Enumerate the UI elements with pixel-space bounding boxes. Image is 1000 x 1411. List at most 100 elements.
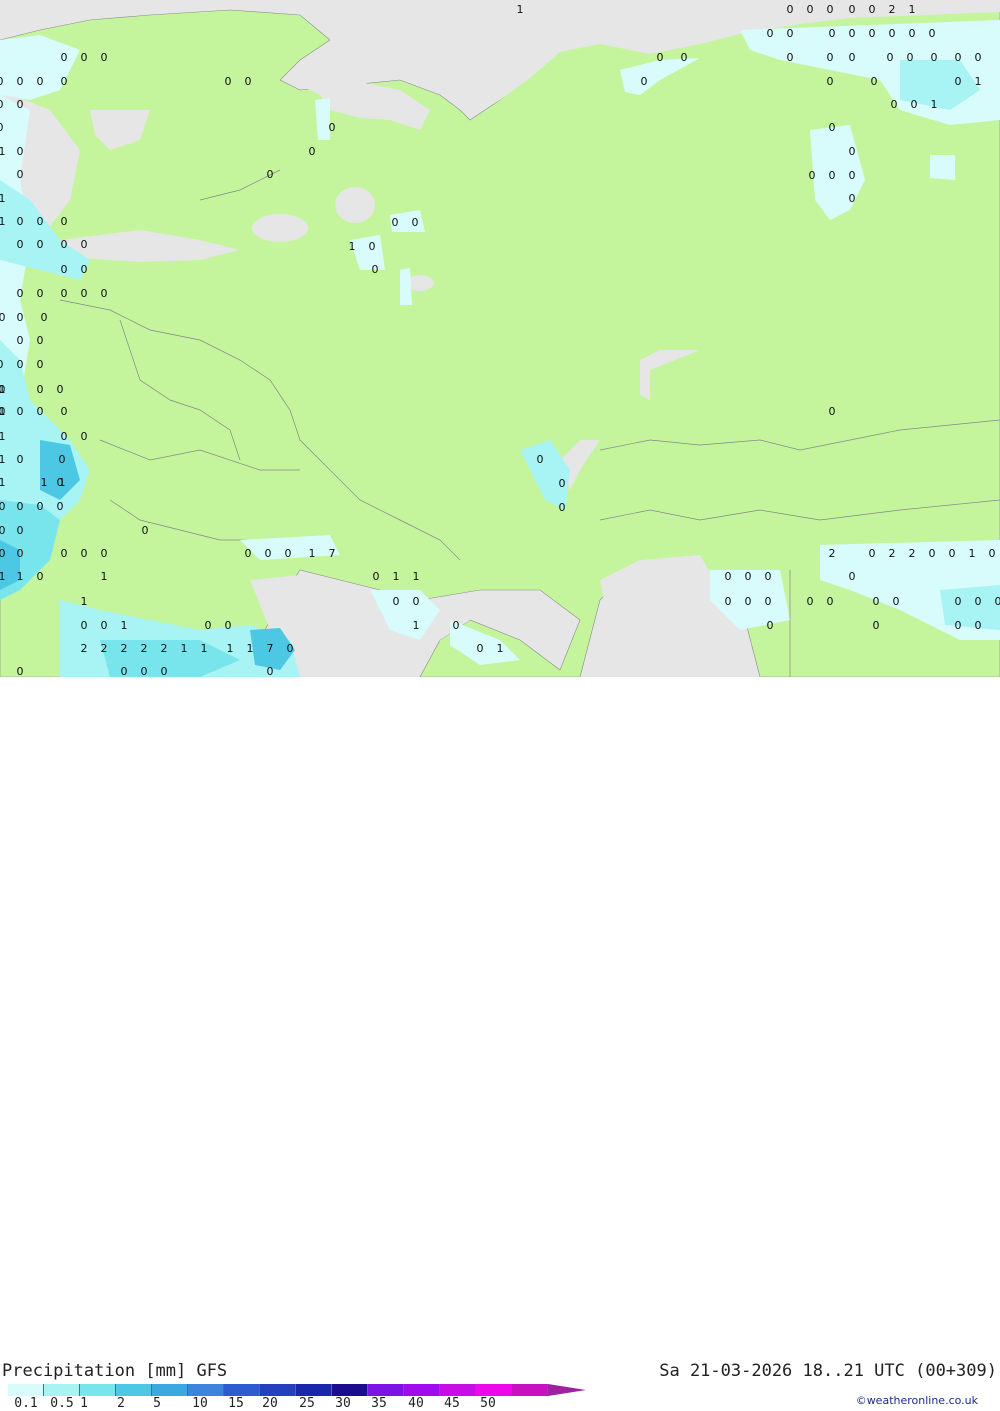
precip-value: 0 [17, 287, 24, 300]
scale-swatch [8, 1384, 44, 1396]
precip-value: 0 [809, 169, 816, 182]
scale-swatch [260, 1384, 296, 1396]
precip-value: 0 [17, 405, 24, 418]
precip-value: 0 [745, 570, 752, 583]
color-scale [8, 1384, 586, 1396]
precip-value: 0 [285, 547, 292, 560]
scale-swatch [440, 1384, 476, 1396]
precip-value: 0 [955, 595, 962, 608]
precip-value: 0 [787, 3, 794, 16]
precip-value: 0 [829, 169, 836, 182]
precip-value: 0 [373, 570, 380, 583]
precip-value: 1 [0, 476, 6, 489]
precip-value: 1 [0, 215, 6, 228]
precip-value: 0 [849, 145, 856, 158]
scale-swatch [224, 1384, 260, 1396]
precip-value: 0 [0, 121, 4, 134]
precip-value: 0 [57, 383, 64, 396]
legend-footer: Precipitation [mm] GFS Sa 21-03-2026 18.… [0, 677, 1000, 733]
credit-link[interactable]: ©weatheronline.co.uk [856, 1394, 978, 1407]
precip-value: 0 [101, 51, 108, 64]
precip-value: 0 [17, 358, 24, 371]
precip-value: 0 [17, 215, 24, 228]
scale-tick-label: 5 [153, 1396, 161, 1411]
precip-value: 0 [0, 358, 4, 371]
scale-swatch [368, 1384, 404, 1396]
scale-tick-label: 15 [228, 1396, 244, 1411]
precip-value: 2 [141, 642, 148, 655]
precip-value: 1 [975, 75, 982, 88]
precip-value: 0 [61, 51, 68, 64]
scale-swatch [116, 1384, 152, 1396]
precip-value: 0 [81, 238, 88, 251]
precip-value: 0 [909, 27, 916, 40]
precip-value: 1 [0, 383, 6, 396]
precip-value: 0 [17, 453, 24, 466]
precip-value: 0 [827, 51, 834, 64]
precip-value: 0 [205, 619, 212, 632]
precip-value: 0 [869, 3, 876, 16]
precip-value: 0 [101, 619, 108, 632]
precip-value: 0 [955, 619, 962, 632]
precip-value: 0 [745, 595, 752, 608]
precip-value: 0 [413, 595, 420, 608]
precip-value: 0 [887, 51, 894, 64]
precip-value: 0 [911, 98, 918, 111]
precip-value: 1 [227, 642, 234, 655]
precip-value: 0 [61, 405, 68, 418]
precip-value: 0 [17, 334, 24, 347]
precip-value: 0 [893, 595, 900, 608]
scale-tick-label: 2 [117, 1396, 125, 1411]
precip-value: 0 [0, 75, 4, 88]
precip-value: 0 [725, 570, 732, 583]
precip-value: 0 [889, 27, 896, 40]
precip-value: 1 [497, 642, 504, 655]
precip-value: 0 [392, 216, 399, 229]
precip-value: 0 [995, 595, 1000, 608]
precip-value: 0 [849, 192, 856, 205]
precip-value: 0 [61, 287, 68, 300]
precip-value: 0 [17, 665, 24, 677]
precip-value: 0 [559, 501, 566, 514]
precip-value: 0 [0, 547, 6, 560]
precip-value: 0 [309, 145, 316, 158]
precip-value: 0 [827, 595, 834, 608]
precip-value: 0 [37, 383, 44, 396]
lake-onega [335, 187, 375, 223]
precip-value: 0 [989, 547, 996, 560]
precip-value: 1 [0, 570, 6, 583]
precip-value: 1 [0, 145, 6, 158]
precip-value: 2 [101, 642, 108, 655]
precip-value: 0 [37, 238, 44, 251]
scale-tick-label: 1 [80, 1396, 88, 1411]
precip-value: 0 [267, 665, 274, 677]
precip-value: 1 [0, 453, 6, 466]
precip-value: 0 [829, 405, 836, 418]
scale-swatch [44, 1384, 80, 1396]
precip-value: 0 [827, 3, 834, 16]
precipitation-map: 0000000000000000000000000001001000000000… [0, 0, 1000, 677]
precip-value: 0 [787, 27, 794, 40]
legend-title: Precipitation [mm] GFS [2, 1361, 227, 1381]
precip-value: 0 [329, 121, 336, 134]
precip-value: 0 [369, 240, 376, 253]
scale-tick-label: 35 [371, 1396, 387, 1411]
precip-value: 0 [827, 75, 834, 88]
precip-value: 1 [393, 570, 400, 583]
precip-value: 0 [0, 524, 6, 537]
precip-value: 1 [181, 642, 188, 655]
precip-value: 0 [267, 168, 274, 181]
precip-value: 1 [349, 240, 356, 253]
precip-value: 2 [829, 547, 836, 560]
precip-value: 0 [81, 287, 88, 300]
precip-value: 0 [17, 500, 24, 513]
precip-value: 0 [37, 75, 44, 88]
precip-value: 0 [975, 51, 982, 64]
precip-value: 0 [891, 98, 898, 111]
precip-value: 0 [37, 500, 44, 513]
scale-tick-label: 25 [299, 1396, 315, 1411]
precip-value: 0 [265, 547, 272, 560]
precip-value: 0 [17, 168, 24, 181]
precip-value: 0 [641, 75, 648, 88]
precip-value: 1 [969, 547, 976, 560]
